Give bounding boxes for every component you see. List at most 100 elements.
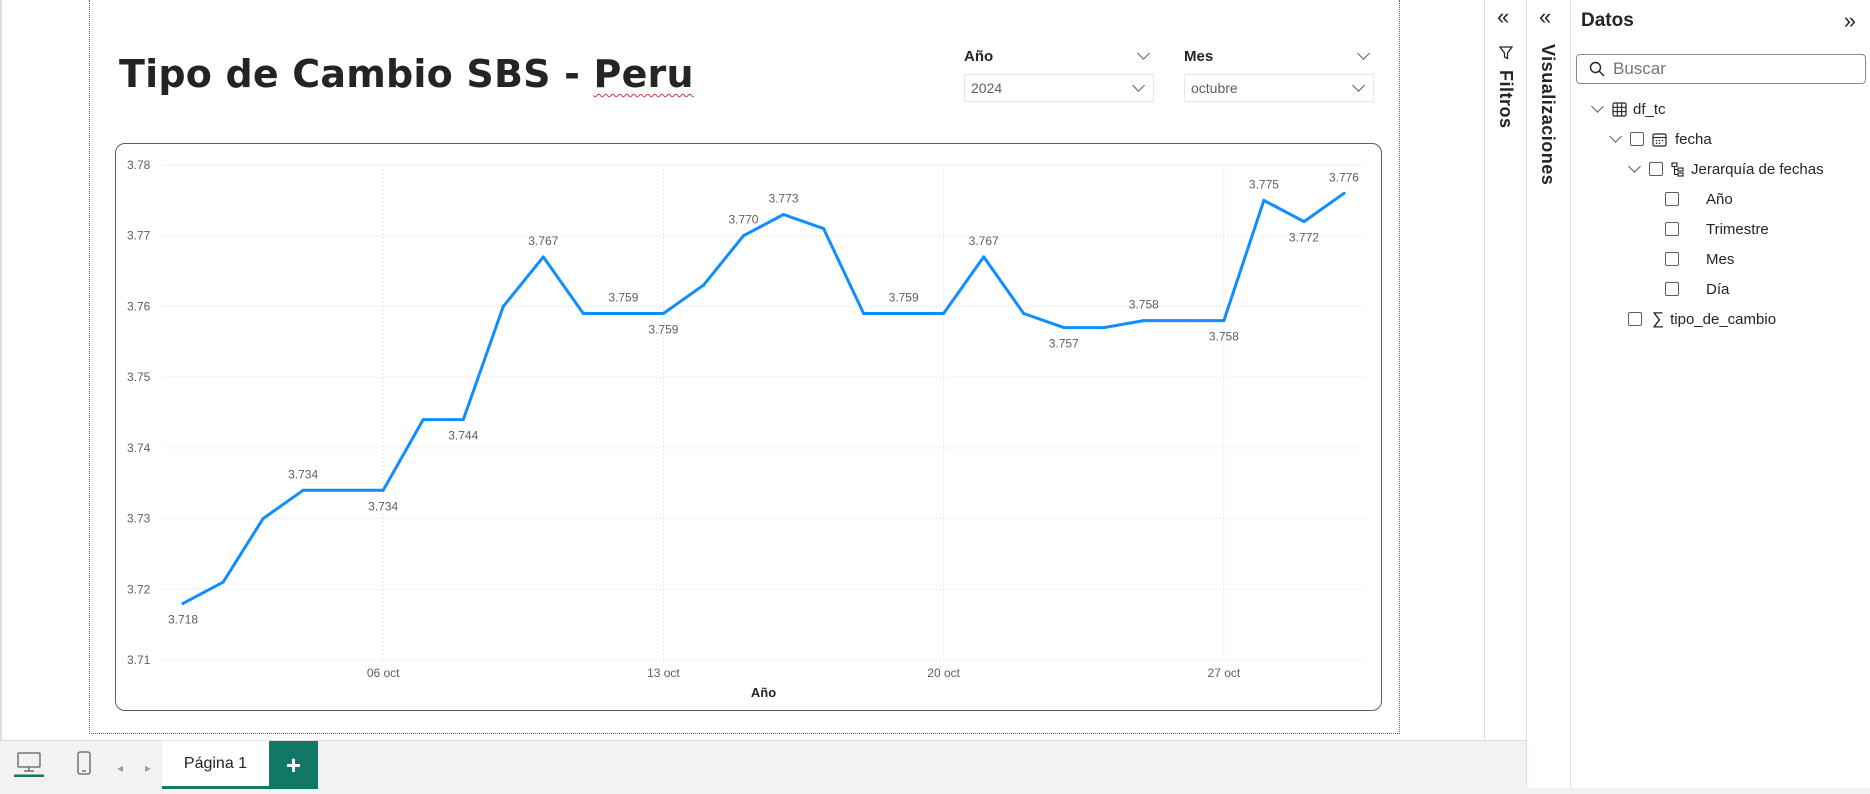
data-point xyxy=(261,517,265,521)
data-point xyxy=(381,488,385,492)
hierarchy-checkbox[interactable] xyxy=(1649,162,1663,176)
data-point xyxy=(942,312,946,315)
tree-item-measure-label: tipo_de_cambio xyxy=(1670,310,1777,328)
data-search-box[interactable] xyxy=(1576,54,1866,84)
year-slicer-header[interactable]: Año xyxy=(964,44,1154,68)
page-tab-1[interactable]: Página 1 xyxy=(162,741,269,789)
data-label: 3.772 xyxy=(1289,231,1319,245)
data-point xyxy=(541,255,545,259)
data-pane-title: Datos xyxy=(1581,10,1634,31)
data-label: 3.718 xyxy=(168,612,198,626)
data-point xyxy=(1222,319,1226,323)
data-label: 3.744 xyxy=(448,429,478,443)
data-point xyxy=(421,418,425,422)
visualizations-pane-label[interactable]: Visualizaciones xyxy=(1537,44,1558,185)
data-pane: Datos » df_tc xyxy=(1570,0,1870,794)
filters-pane[interactable]: « Filtros xyxy=(1484,0,1526,740)
data-point xyxy=(862,312,866,315)
data-search-input[interactable] xyxy=(1613,59,1843,79)
tree-item-level-quarter[interactable]: Trimestre xyxy=(1665,217,1769,241)
desktop-view-icon xyxy=(14,752,44,778)
tree-item-level-month[interactable]: Mes xyxy=(1665,247,1734,271)
data-label: 3.759 xyxy=(889,291,919,305)
data-label: 3.757 xyxy=(1049,337,1079,351)
chevron-down-icon[interactable] xyxy=(1628,160,1641,173)
level-day-checkbox[interactable] xyxy=(1665,282,1679,296)
measure-checkbox[interactable] xyxy=(1628,312,1642,326)
line-chart-visual[interactable]: 3.71 3.72 3.73 3.74 3.75 3.76 3.77 3.78 06 oct 13… xyxy=(115,143,1382,711)
data-point xyxy=(701,283,705,287)
data-label: 3.770 xyxy=(728,213,758,227)
chevron-down-icon xyxy=(1352,79,1365,92)
month-slicer-dropdown[interactable]: octubre xyxy=(1184,74,1374,102)
data-point xyxy=(461,418,465,422)
tree-item-table[interactable]: df_tc xyxy=(1591,97,1666,121)
visualizations-pane[interactable]: « Visualizaciones xyxy=(1526,0,1570,794)
collapse-data-pane-icon[interactable]: » xyxy=(1844,8,1856,34)
data-point xyxy=(1102,326,1106,330)
sigma-icon: ∑ xyxy=(1652,309,1665,328)
data-point xyxy=(341,488,345,492)
month-slicer-value: octubre xyxy=(1191,80,1238,96)
tree-item-fecha[interactable]: fecha xyxy=(1609,127,1712,151)
tree-item-level-label: Mes xyxy=(1706,250,1735,268)
tree-item-level-year[interactable]: Año xyxy=(1665,187,1733,211)
tree-item-level-day[interactable]: Día xyxy=(1665,277,1729,301)
data-label: 3.759 xyxy=(648,323,678,337)
month-slicer-header[interactable]: Mes xyxy=(1184,44,1374,68)
data-label: 3.775 xyxy=(1249,177,1279,191)
fecha-checkbox[interactable] xyxy=(1630,132,1644,146)
data-point xyxy=(581,312,585,315)
y-tick-label: 3.72 xyxy=(127,582,151,596)
line-chart: 3.71 3.72 3.73 3.74 3.75 3.76 3.77 3.78 06 oct 13… xyxy=(127,158,1364,700)
data-point xyxy=(1022,312,1026,315)
year-slicer[interactable]: Año 2024 xyxy=(964,44,1154,102)
mobile-view-icon xyxy=(77,751,91,775)
data-point xyxy=(181,601,185,605)
month-slicer[interactable]: Mes octubre xyxy=(1184,44,1374,102)
year-slicer-dropdown[interactable]: 2024 xyxy=(964,74,1154,102)
tree-item-measure[interactable]: ∑ tipo_de_cambio xyxy=(1628,307,1776,331)
tree-item-hierarchy-label: Jerarquía de fechas xyxy=(1691,160,1824,178)
chevron-down-icon[interactable] xyxy=(1357,46,1370,60)
data-label: 3.734 xyxy=(368,499,398,513)
search-icon xyxy=(1589,61,1605,77)
report-title: Tipo de Cambio SBS - Peru xyxy=(119,52,694,96)
report-title-main: Tipo de Cambio SBS - xyxy=(119,52,594,96)
data-label: 3.767 xyxy=(528,234,558,248)
level-month-checkbox[interactable] xyxy=(1665,252,1679,266)
data-point xyxy=(621,312,625,315)
level-year-checkbox[interactable] xyxy=(1665,192,1679,206)
data-point xyxy=(982,255,986,259)
tree-item-hierarchy[interactable]: Jerarquía de fechas xyxy=(1628,157,1824,181)
table-icon xyxy=(1612,101,1627,117)
data-point xyxy=(501,304,505,308)
chevron-down-icon[interactable] xyxy=(1137,46,1150,60)
data-label: 3.734 xyxy=(288,467,318,481)
data-point xyxy=(1302,220,1306,224)
y-tick-label: 3.74 xyxy=(127,441,151,455)
chevron-down-icon[interactable] xyxy=(1609,130,1622,143)
chevron-down-icon[interactable] xyxy=(1591,100,1604,113)
prev-page-icon[interactable]: ◂ xyxy=(117,761,123,775)
data-label: 3.758 xyxy=(1209,330,1239,344)
data-label: 3.758 xyxy=(1129,298,1159,312)
desktop-view-button[interactable] xyxy=(14,751,44,782)
level-quarter-checkbox[interactable] xyxy=(1665,222,1679,236)
data-label: 3.773 xyxy=(769,192,799,206)
mobile-view-button[interactable] xyxy=(76,751,92,782)
data-point xyxy=(1262,198,1266,202)
data-point xyxy=(1342,191,1346,195)
expand-visualizations-icon[interactable]: « xyxy=(1539,6,1551,28)
expand-filters-icon[interactable]: « xyxy=(1497,6,1509,28)
tree-item-level-label: Día xyxy=(1706,280,1730,298)
data-point xyxy=(221,580,225,584)
filters-pane-label[interactable]: Filtros xyxy=(1495,70,1516,129)
data-point xyxy=(902,312,906,315)
data-point xyxy=(301,488,305,492)
x-tick-label: 20 oct xyxy=(927,666,960,680)
x-tick-label: 13 oct xyxy=(647,666,680,680)
add-page-button[interactable]: + xyxy=(269,741,318,789)
next-page-icon[interactable]: ▸ xyxy=(145,761,151,775)
tree-item-level-label: Trimestre xyxy=(1706,220,1769,238)
